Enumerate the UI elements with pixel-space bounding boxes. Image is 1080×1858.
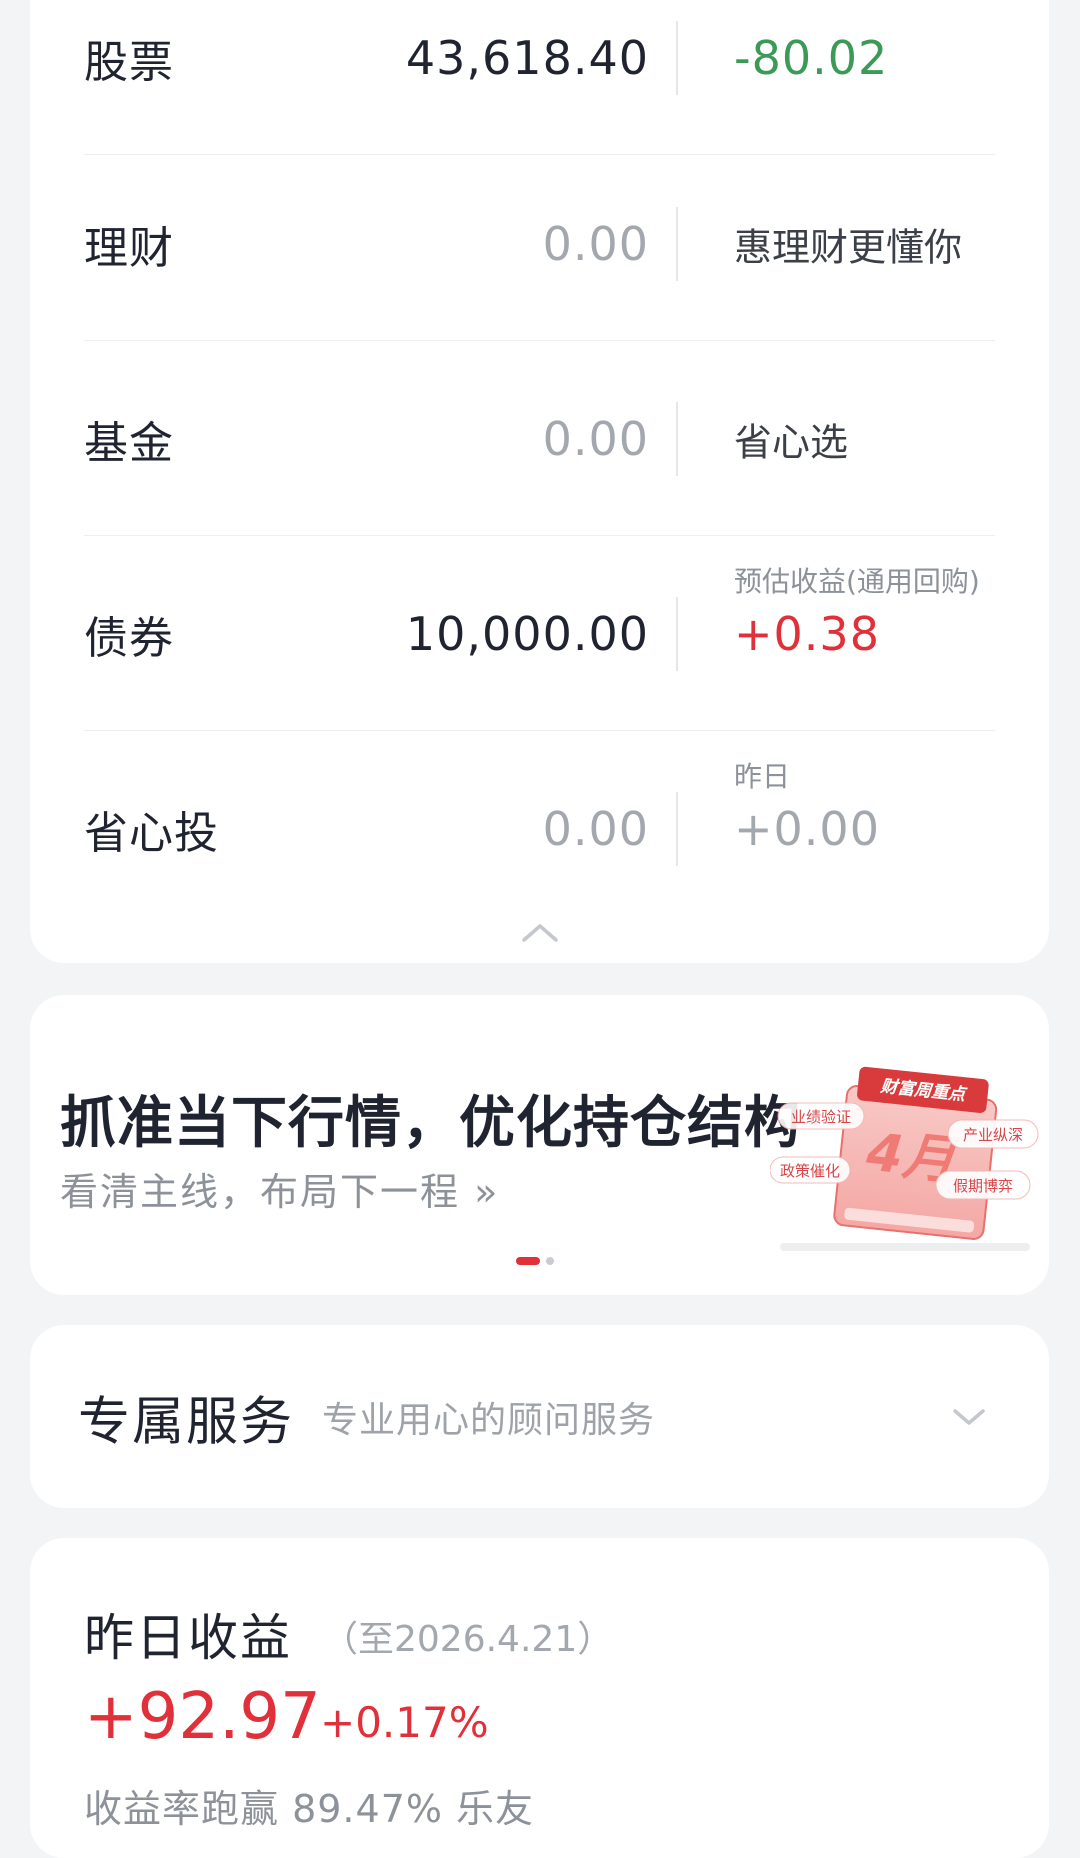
chevron-up-icon[interactable] [520, 920, 560, 944]
asset-card: 股票 43,618.40 今日 -80.02 理财 0.00 惠理财更懂你 基金… [30, 0, 1049, 963]
asset-amount: 0.00 [542, 216, 649, 271]
svg-text:业绩验证: 业绩验证 [791, 1108, 851, 1126]
earnings-title: 昨日收益 [84, 1609, 292, 1667]
asset-amount: 10,000.00 [405, 606, 649, 661]
banner-title: 抓准当下行情，优化持仓结构 [60, 1091, 801, 1156]
divider [676, 401, 678, 476]
asset-promo-text[interactable]: 惠理财更懂你 [734, 216, 962, 271]
asset-amount: 0.00 [542, 411, 649, 466]
asset-side-label: 预估收益(通用回购) [734, 565, 980, 598]
asset-row-funds[interactable]: 基金 0.00 省心选 [30, 341, 1049, 536]
asset-day-change: -80.02 [734, 30, 889, 85]
calendar-illustration: 财富周重点 4月 业绩验证 产业纵深 政策催化 假期博弈 [770, 1066, 1039, 1251]
earnings-percent: +0.17% [320, 1698, 489, 1747]
asset-row-wealth[interactable]: 理财 0.00 惠理财更懂你 [30, 146, 1049, 341]
carousel-indicator[interactable] [516, 1257, 554, 1265]
earnings-beat-text: 收益率跑赢 89.47% 乐友 [84, 1787, 535, 1831]
asset-row-easy-invest[interactable]: 省心投 0.00 昨日 +0.00 [30, 731, 1049, 926]
asset-label: 理财 [84, 222, 174, 274]
asset-side-label: 昨日 [734, 760, 791, 793]
divider [676, 20, 678, 95]
yesterday-earnings-card[interactable]: 昨日收益 （至2026.4.21） +92.97 +0.17% 收益率跑赢 89… [30, 1538, 1049, 1858]
asset-row-stocks[interactable]: 股票 43,618.40 今日 -80.02 [30, 0, 1049, 155]
asset-label: 省心投 [84, 807, 219, 859]
asset-row-bonds[interactable]: 债券 10,000.00 预估收益(通用回购) +0.38 [30, 536, 1049, 731]
divider [676, 791, 678, 866]
chevron-down-icon[interactable] [949, 1405, 989, 1429]
divider [676, 206, 678, 281]
asset-label: 股票 [84, 36, 174, 88]
promo-banner[interactable]: 抓准当下行情，优化持仓结构 看清主线，布局下一程 » 财富周重点 4月 业绩验证… [30, 995, 1049, 1295]
service-title: 专属服务 [78, 1392, 295, 1452]
asset-yesterday-gain: +0.00 [734, 801, 880, 856]
divider [676, 596, 678, 671]
asset-label: 基金 [84, 417, 174, 469]
carousel-dot [546, 1257, 554, 1265]
asset-amount: 43,618.40 [405, 30, 649, 85]
service-subtitle: 专业用心的顾问服务 [322, 1399, 656, 1441]
earnings-value: +92.97 [84, 1680, 321, 1754]
asset-promo-text[interactable]: 省心选 [734, 411, 848, 466]
svg-text:产业纵深: 产业纵深 [963, 1126, 1023, 1144]
banner-subtitle[interactable]: 看清主线，布局下一程 » [60, 1161, 499, 1216]
asset-label: 债券 [84, 612, 174, 664]
exclusive-service-card[interactable]: 专属服务 专业用心的顾问服务 [30, 1325, 1049, 1508]
carousel-dot-active [516, 1257, 540, 1265]
svg-text:假期博弈: 假期博弈 [953, 1177, 1013, 1195]
asset-amount: 0.00 [542, 801, 649, 856]
earnings-date: （至2026.4.21） [322, 1619, 614, 1660]
svg-text:政策催化: 政策催化 [780, 1162, 840, 1180]
asset-estimated-gain: +0.38 [734, 606, 880, 661]
